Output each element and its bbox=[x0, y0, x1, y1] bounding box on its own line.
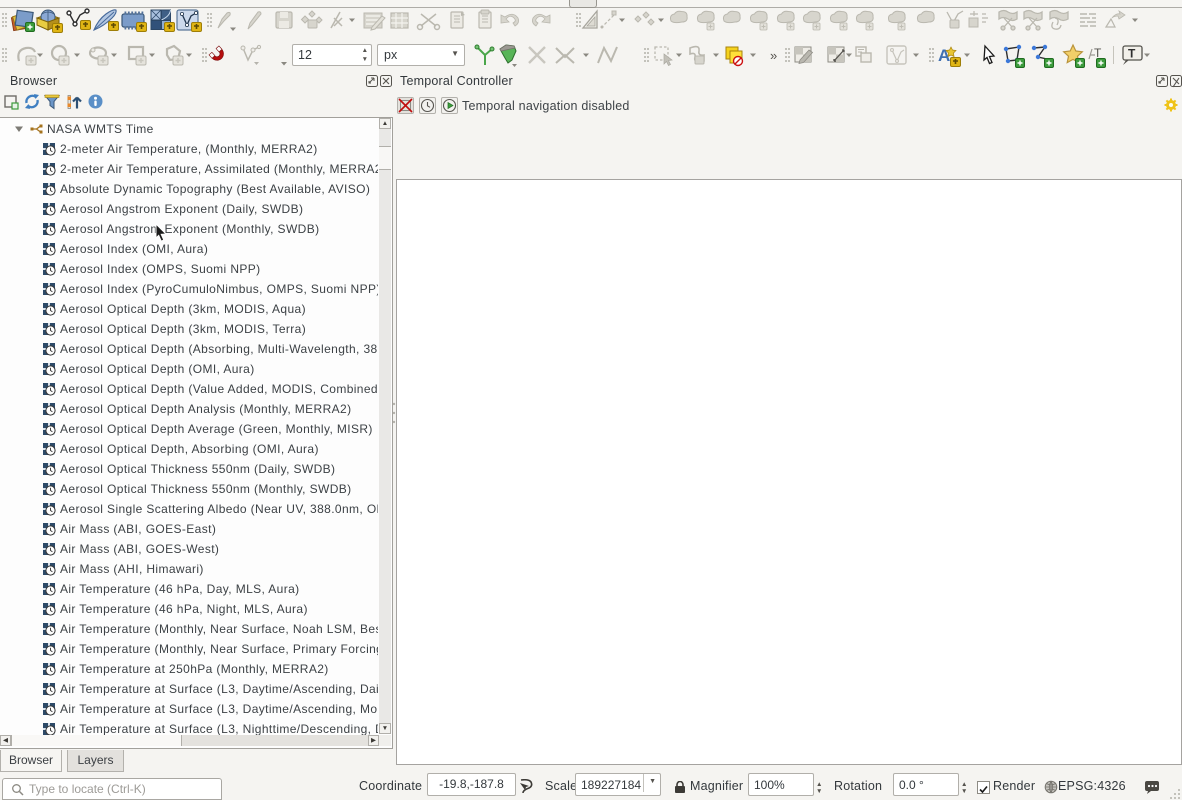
svg-text:»: » bbox=[770, 48, 777, 63]
svg-text:T: T bbox=[1128, 47, 1136, 61]
svg-text:T: T bbox=[1094, 46, 1102, 60]
